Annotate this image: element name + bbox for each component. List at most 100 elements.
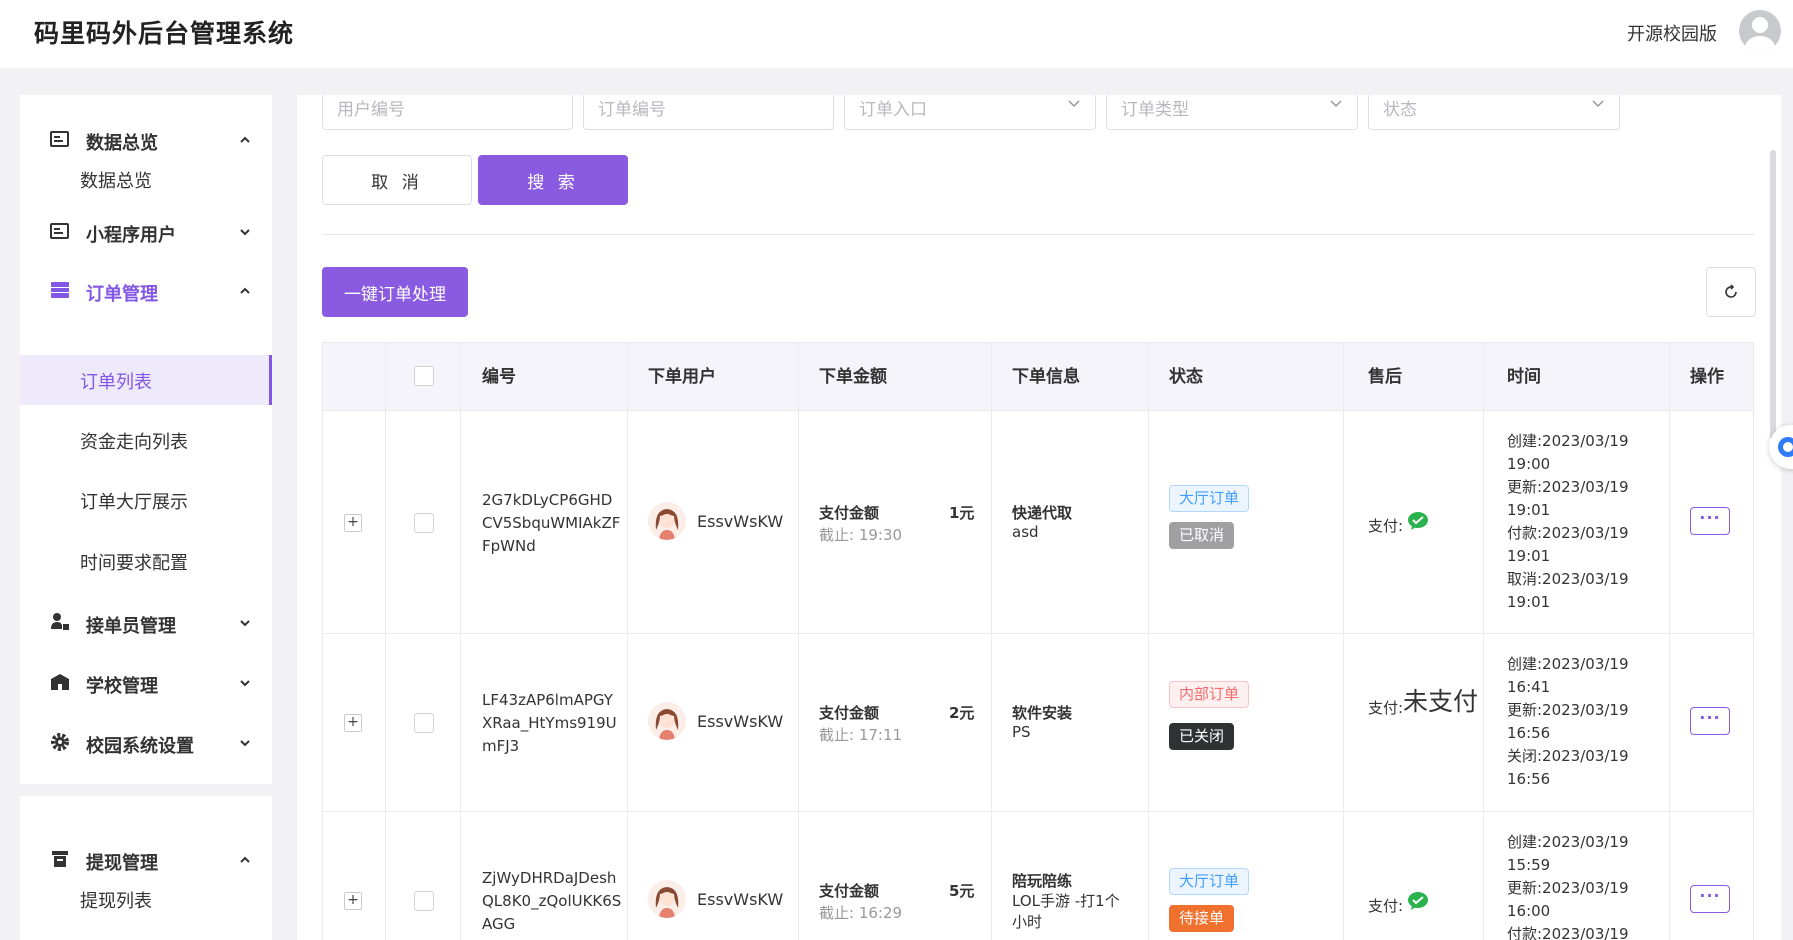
nav-group-orders[interactable]: 订单管理 (20, 269, 272, 313)
nav-group-label: 提现管理 (86, 853, 158, 874)
pay-status: 未支付 (1403, 687, 1479, 716)
col-header-info[interactable]: 下单信息 (1012, 343, 1080, 411)
nav-group-label: 订单管理 (86, 284, 158, 305)
chevron-up-icon (240, 287, 250, 294)
order-channel-tag: 大厅订单 (1169, 485, 1250, 512)
vertical-scrollbar[interactable] (1770, 150, 1776, 440)
orders-table: 编号 下单用户 下单金额 下单信息 状态 售后 时间 操作 + 2G7kDLyC… (322, 342, 1754, 940)
more-actions-button[interactable]: ··· (1690, 885, 1730, 913)
amount-label: 支付金额 (819, 504, 880, 522)
chevron-down-icon (240, 680, 250, 687)
nav-group-settings[interactable]: 校园系统设置 (20, 721, 272, 765)
deadline: 截止: 17:11 (819, 726, 903, 744)
users-icon (50, 221, 70, 241)
nav-item-dashboard-overview[interactable]: 数据总览 (20, 154, 272, 204)
nav-group-schools[interactable]: 学校管理 (20, 661, 272, 705)
sidebar: 数据总览 数据总览 小程序用户 订单管理 订单列表 资金走向列表 订单大厅展示 … (20, 95, 272, 940)
search-button[interactable]: 搜 索 (478, 155, 628, 205)
order-entry-select[interactable]: 订单入口 (844, 95, 1096, 130)
nav-item-order-hall[interactable]: 订单大厅展示 (20, 475, 272, 525)
table-row[interactable]: + 2G7kDLyCP6GHDCV5SbquWMIAkZFFpWNd EssvW… (323, 411, 1753, 634)
user-avatar (648, 880, 686, 918)
more-actions-button[interactable]: ··· (1690, 507, 1730, 535)
nav-item-time-config[interactable]: 时间要求配置 (20, 536, 272, 586)
chevron-down-icon (240, 740, 250, 747)
nav-group-miniapp-users[interactable]: 小程序用户 (20, 210, 272, 254)
chevron-up-icon (240, 136, 250, 143)
time-list: 创建:2023/03/19 19:00 更新:2023/03/19 19:01 … (1507, 432, 1629, 611)
gear-icon (50, 732, 70, 752)
wechat-pay-icon (1408, 892, 1428, 910)
col-header-user[interactable]: 下单用户 (648, 343, 716, 411)
nav-group-couriers[interactable]: 接单员管理 (20, 601, 272, 645)
pay-label: 支付: (1368, 517, 1404, 535)
nav-item-withdraw-list[interactable]: 提现列表 (20, 874, 272, 924)
order-number: 2G7kDLyCP6GHDCV5SbquWMIAkZFFpWNd (482, 491, 621, 555)
info-desc: LOL手游 -打1个小时 (1012, 892, 1120, 931)
order-no-input[interactable]: 订单编号 (583, 95, 834, 130)
user-name: EssvWsKW (697, 712, 784, 731)
deadline: 截止: 16:29 (819, 904, 903, 922)
amount-label: 支付金额 (819, 882, 880, 900)
expand-row-button[interactable]: + (344, 514, 362, 532)
dashboard-icon (50, 129, 70, 149)
nav-item-order-list[interactable]: 订单列表 (20, 355, 272, 405)
order-number: ZjWyDHRDaJDeshQL8K0_zQolUKK6SAGG (482, 869, 622, 933)
order-channel-tag: 内部订单 (1169, 681, 1250, 708)
col-header-status[interactable]: 状态 (1169, 343, 1203, 411)
time-list: 创建:2023/03/19 15:59 更新:2023/03/19 16:00 … (1507, 833, 1629, 940)
col-header-actions[interactable]: 操作 (1690, 343, 1724, 411)
cancel-button[interactable]: 取 消 (322, 155, 472, 205)
order-type-select[interactable]: 订单类型 (1106, 95, 1358, 130)
refresh-icon (1725, 284, 1737, 298)
user-name: EssvWsKW (697, 890, 784, 909)
courier-icon (50, 612, 70, 632)
row-checkbox[interactable] (414, 713, 434, 733)
edition-label[interactable]: 开源校园版 (1627, 20, 1717, 46)
expand-row-button[interactable]: + (344, 714, 362, 732)
nav-group-label: 接单员管理 (86, 616, 176, 637)
col-header-time[interactable]: 时间 (1507, 343, 1541, 411)
refresh-button[interactable] (1706, 267, 1756, 317)
user-no-input[interactable]: 用户编号 (322, 95, 573, 130)
chevron-down-icon (240, 620, 250, 627)
expand-row-button[interactable]: + (344, 892, 362, 910)
row-checkbox[interactable] (414, 513, 434, 533)
table-row[interactable]: + ZjWyDHRDaJDeshQL8K0_zQolUKK6SAGG EssvW… (323, 812, 1753, 940)
batch-process-button[interactable]: 一键订单处理 (322, 267, 468, 317)
chevron-up-icon (240, 856, 250, 863)
col-header-no[interactable]: 编号 (482, 343, 516, 411)
select-all-checkbox[interactable] (414, 366, 434, 386)
nav-item-fund-flow[interactable]: 资金走向列表 (20, 415, 272, 465)
amount-value: 5元 (949, 882, 975, 900)
nav-group-label: 校园系统设置 (86, 736, 194, 757)
amount-value: 1元 (949, 504, 975, 522)
nav-group-label: 小程序用户 (86, 225, 176, 246)
col-header-after-sale[interactable]: 售后 (1368, 343, 1402, 411)
user-avatar (648, 502, 686, 540)
orders-icon (50, 280, 70, 300)
status-tag: 已取消 (1169, 522, 1235, 549)
user-name: EssvWsKW (697, 512, 784, 531)
status-select[interactable]: 状态 (1368, 95, 1620, 130)
info-title: 快递代取 (1012, 504, 1073, 522)
nav-group-label: 学校管理 (86, 676, 158, 697)
more-actions-button[interactable]: ··· (1690, 707, 1730, 735)
app-title: 码里码外后台管理系统 (34, 19, 295, 48)
info-desc: PS (1012, 723, 1031, 741)
chevron-down-icon (1592, 100, 1604, 108)
info-title: 软件安装 (1012, 704, 1073, 722)
sidebar-divider (20, 784, 272, 796)
wechat-pay-icon (1408, 512, 1428, 530)
table-row[interactable]: + LF43zAP6lmAPGYXRaa_HtYms919UmFJ3 EssvW… (323, 634, 1753, 812)
info-title: 陪玩陪练 (1012, 872, 1073, 890)
chevron-down-icon (1330, 100, 1342, 108)
school-icon (50, 672, 70, 692)
amount-value: 2元 (949, 704, 975, 722)
col-header-amount[interactable]: 下单金额 (819, 343, 887, 411)
row-checkbox[interactable] (414, 891, 434, 911)
user-avatar (648, 702, 686, 740)
withdraw-icon (50, 849, 70, 869)
user-avatar[interactable] (1739, 10, 1781, 52)
pay-label: 支付: (1368, 699, 1404, 717)
